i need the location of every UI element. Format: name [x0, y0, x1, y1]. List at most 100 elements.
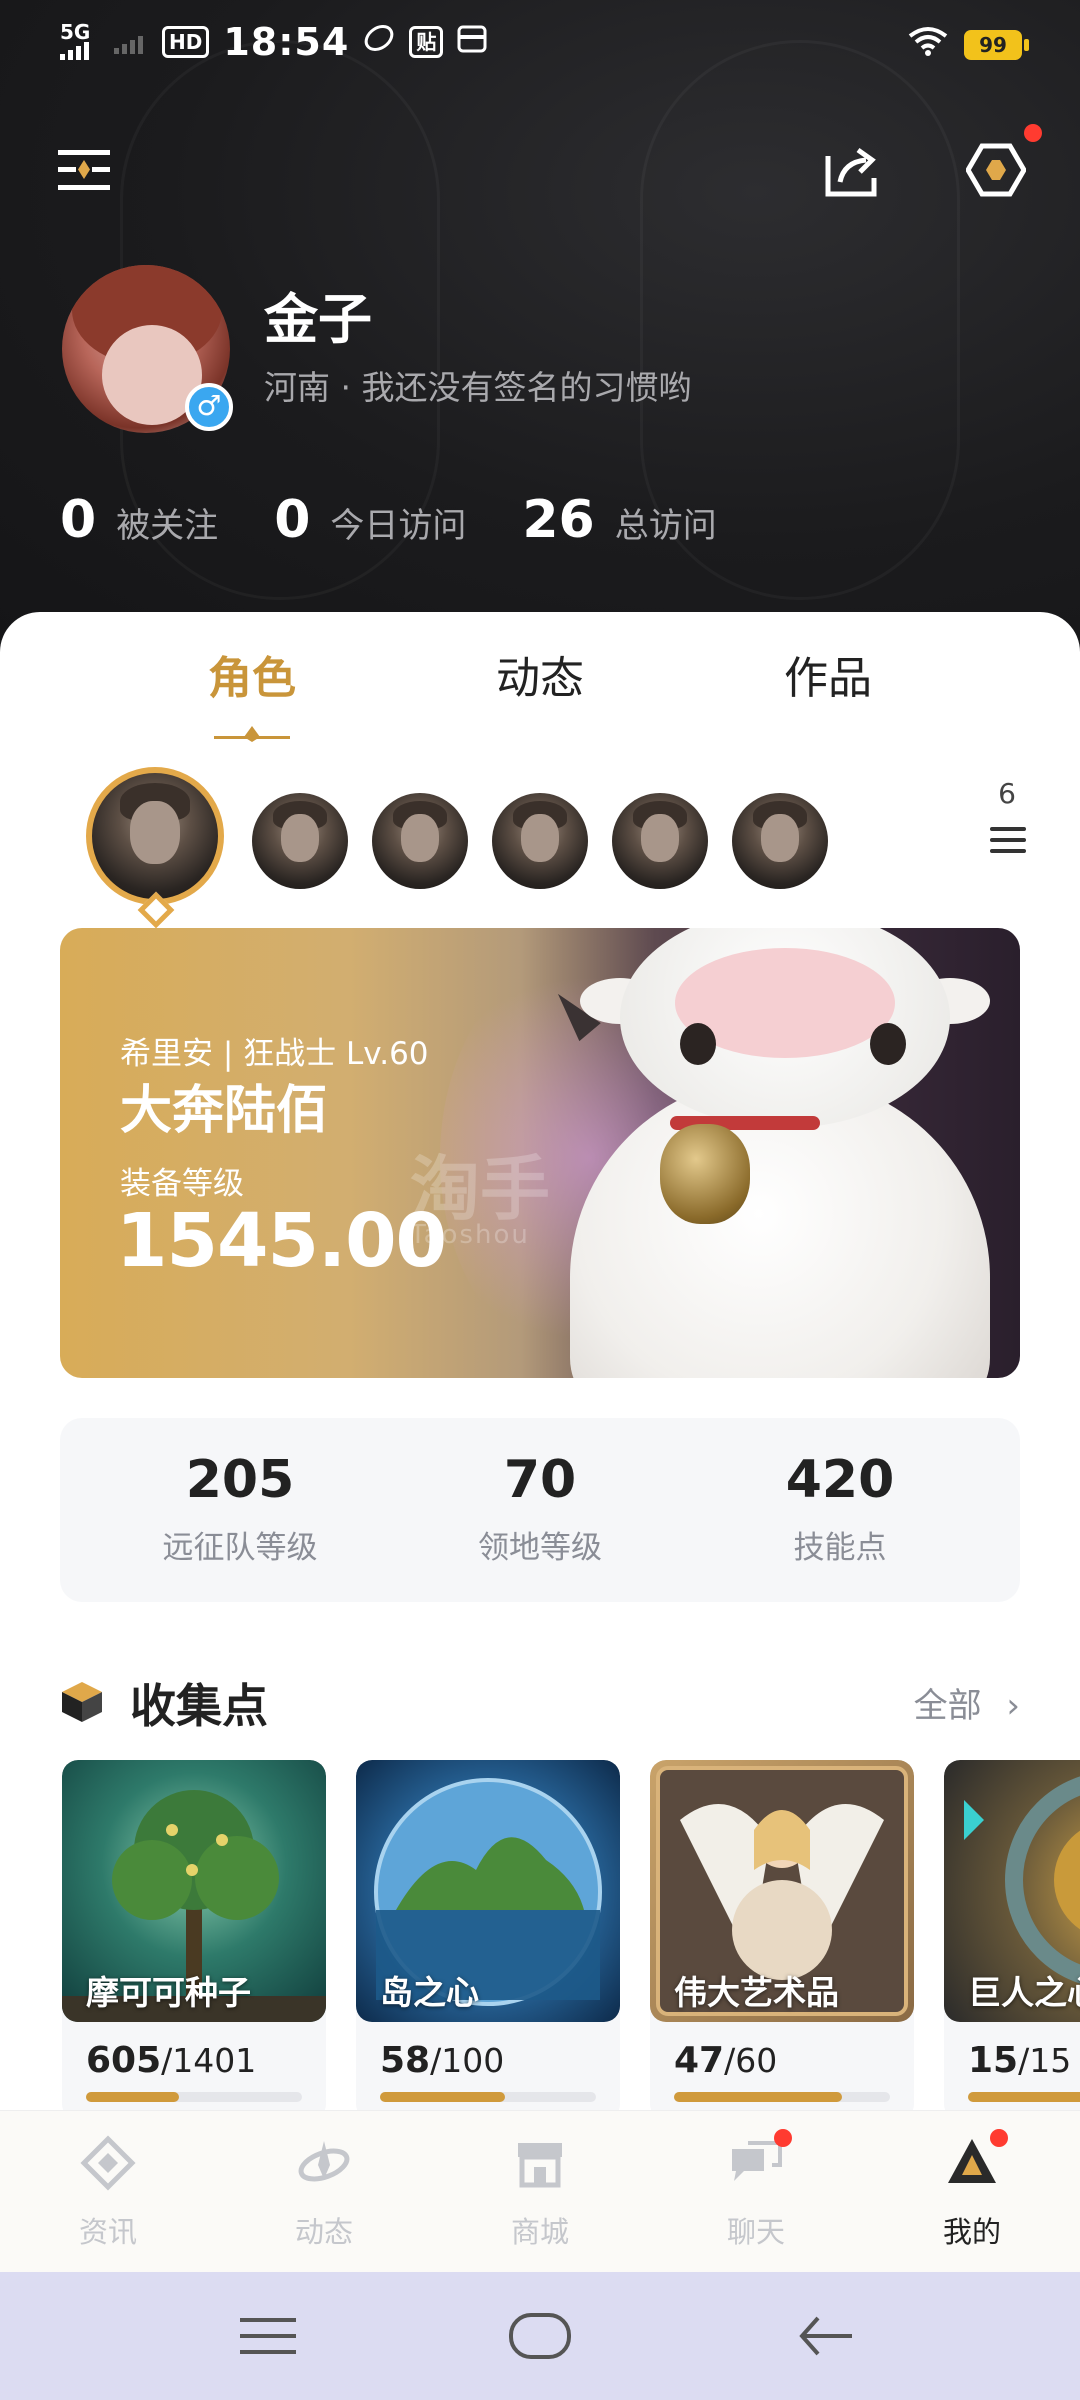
roster-level: 205 远征队等级: [90, 1450, 390, 1567]
followers-label[interactable]: 被关注: [116, 498, 218, 547]
progress-bar: [86, 2092, 302, 2102]
skill-points-label: 技能点: [793, 1530, 887, 1566]
collection-header: 收集点 全部 ›: [60, 1664, 1020, 1744]
signal-icon: 5G: [60, 22, 100, 63]
collection-card[interactable]: 巨人之心 15/15: [944, 1760, 1080, 2112]
collection-card[interactable]: 摩可可种子 605/1401: [62, 1760, 326, 2112]
collection-progress-text: 58/100: [380, 2040, 505, 2081]
menu-lines-icon: [240, 2318, 296, 2354]
back-arrow-icon: [799, 2316, 852, 2356]
role-avatar[interactable]: [372, 793, 468, 889]
nav-feed-label: 动态: [294, 2215, 353, 2249]
estate-level-label: 领地等级: [478, 1530, 602, 1566]
app-notification-icon: [363, 22, 395, 63]
collection-card[interactable]: 岛之心 58/100: [356, 1760, 620, 2112]
nav-chat-label: 聊天: [726, 2215, 785, 2249]
hd-icon: HD: [162, 26, 210, 58]
tab-bar: 角色 动态 作品: [0, 642, 1080, 742]
character-card[interactable]: 淘手 Taoshou 希里安 | 狂战士 Lv.60 大奔陆佰 装备等级 154…: [60, 928, 1020, 1378]
nav-chat[interactable]: 聊天: [686, 2129, 826, 2251]
wifi-icon: [908, 24, 948, 65]
profile-stats: 0 被关注 0 今日访问 26 总访问: [60, 490, 773, 550]
battery-indicator: 99: [964, 29, 1029, 60]
hexagon-settings-icon: [966, 143, 1026, 197]
status-bar: 5G HD 18:54 贴 99: [0, 0, 1080, 84]
collection-name: 伟大艺术品: [674, 1973, 839, 2012]
progress-bar: [968, 2092, 1080, 2102]
profile-bio: 河南 · 我还没有签名的习惯哟: [264, 368, 692, 407]
card-notification-icon: [457, 22, 487, 63]
nav-shop[interactable]: 商城: [470, 2135, 610, 2251]
collection-progress-text: 47/60: [674, 2040, 778, 2081]
role-count: 6: [998, 777, 1016, 810]
tab-works[interactable]: 作品: [728, 642, 928, 706]
tab-posts[interactable]: 动态: [440, 642, 640, 706]
chat-icon: [728, 2129, 792, 2191]
today-visits-label: 今日访问: [330, 506, 467, 546]
nav-me[interactable]: 我的: [902, 2129, 1042, 2251]
profile-info: ♂ 金子 河南 · 我还没有签名的习惯哟: [62, 265, 1022, 435]
me-icon: [944, 2129, 1008, 2191]
profile-content: 角色 动态 作品 6 淘手 Taoshou 希里安 | 狂战士 Lv.60 大奔…: [0, 612, 1080, 2112]
collection-card[interactable]: 伟大艺术品 47/60: [650, 1760, 914, 2112]
menu-icon: [58, 150, 110, 190]
share-button[interactable]: [812, 130, 892, 210]
collection-list: 摩可可种子 605/1401 岛之心 58/100 伟大艺术品 47/60 巨人…: [62, 1760, 1080, 2112]
nav-news-label: 资讯: [78, 2215, 137, 2249]
view-all-link[interactable]: 全部 ›: [914, 1678, 1020, 1727]
skill-points-value: 420: [785, 1450, 895, 1510]
role-list-menu-icon[interactable]: [990, 827, 1026, 860]
role-selector: 6: [0, 767, 1080, 929]
home-button[interactable]: [508, 2312, 572, 2364]
skill-points: 420 技能点: [690, 1450, 990, 1567]
tie-notification-icon: 贴: [409, 26, 444, 58]
estate-level-value: 70: [503, 1450, 577, 1510]
roster-level-label: 远征队等级: [162, 1530, 318, 1566]
collection-name: 巨人之心: [968, 1973, 1080, 2012]
total-visits-label: 总访问: [614, 506, 717, 546]
home-pill-icon: [509, 2313, 571, 2359]
collection-name: 摩可可种子: [86, 1973, 251, 2012]
shop-icon: [512, 2135, 568, 2191]
side-menu-button[interactable]: [44, 130, 124, 210]
estate-level: 70 领地等级: [390, 1450, 690, 1567]
back-button[interactable]: [798, 2314, 854, 2362]
share-icon: [825, 147, 877, 197]
role-avatar[interactable]: [492, 793, 588, 889]
section-title: 收集点: [130, 1679, 268, 1733]
followers-count[interactable]: 0: [60, 490, 96, 550]
nav-me-label: 我的: [942, 2215, 1001, 2249]
progress-bar: [674, 2092, 890, 2102]
role-avatar[interactable]: [732, 793, 828, 889]
total-visits-count: 26: [522, 490, 595, 550]
nav-news[interactable]: 资讯: [38, 2135, 178, 2251]
collection-name: 岛之心: [380, 1973, 479, 2012]
collection-progress-text: 605/1401: [86, 2040, 257, 2081]
role-avatar-selected[interactable]: [86, 767, 224, 905]
bottom-navigation: 资讯 动态 商城 聊天 我的: [0, 2110, 1080, 2272]
notification-badge: [1024, 124, 1042, 142]
network-type: 5G: [60, 19, 91, 44]
signal-icon-2: [114, 22, 148, 63]
gear-level-label: 装备等级: [120, 1166, 244, 1202]
chevron-right-icon: ›: [1006, 1686, 1020, 1726]
tab-roles[interactable]: 角色: [152, 642, 352, 706]
profile-header: 5G HD 18:54 贴 99 ♂ 金子 河南 · 我还没有签名的习惯哟 0 …: [0, 0, 1080, 640]
gear-level-value: 1545.00: [116, 1198, 447, 1284]
chat-badge: [774, 2129, 792, 2147]
settings-button[interactable]: [956, 124, 1042, 210]
news-icon: [80, 2135, 136, 2191]
role-avatar[interactable]: [612, 793, 708, 889]
username: 金子: [264, 288, 372, 351]
recent-apps-button[interactable]: [240, 2316, 296, 2360]
view-all-label: 全部: [913, 1686, 982, 1726]
feed-icon: [296, 2135, 352, 2191]
role-avatar[interactable]: [252, 793, 348, 889]
clock: 18:54: [223, 20, 350, 64]
nav-feed[interactable]: 动态: [254, 2135, 394, 2251]
roster-level-value: 205: [185, 1450, 295, 1510]
collection-progress-text: 15/15: [968, 2040, 1072, 2081]
male-gender-icon: ♂: [185, 383, 233, 431]
character-server-class: 希里安 | 狂战士 Lv.60: [120, 1036, 429, 1072]
cube-icon: [62, 1682, 102, 1722]
